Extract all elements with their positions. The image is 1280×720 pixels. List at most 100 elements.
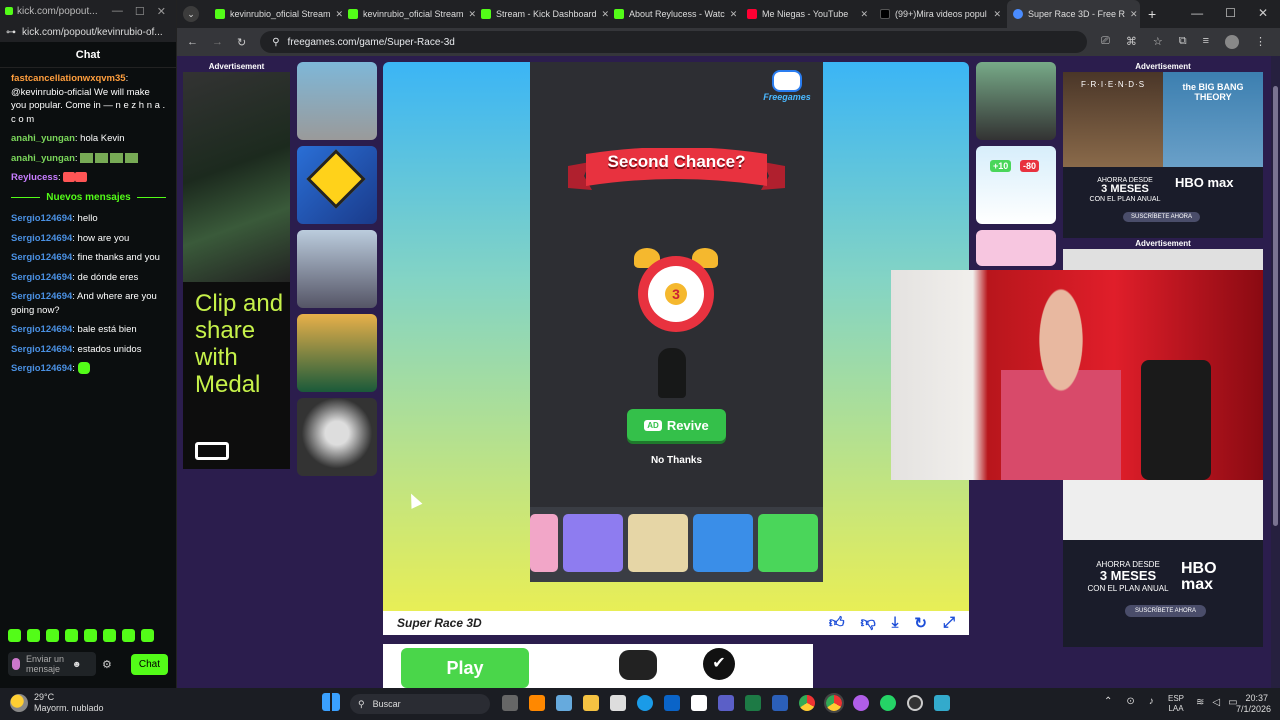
chat-username[interactable]: Sergio124694 (11, 252, 72, 263)
site-info-icon[interactable]: ⊶ (6, 27, 16, 38)
tab-search-dropdown[interactable]: ⌄ (177, 0, 209, 28)
game-thumbnail-geometry-dash[interactable] (297, 146, 377, 224)
chat-username[interactable]: fastcancellationwxqvm35 (11, 73, 126, 84)
fullscreen-icon[interactable]: ⤢ (943, 614, 955, 632)
chat-username[interactable]: Sergio124694 (11, 233, 72, 244)
maximize-icon[interactable]: ☐ (135, 5, 145, 18)
thumbs-up-icon[interactable]: 👍︎ (829, 614, 845, 632)
task-view-icon[interactable] (502, 695, 518, 711)
no-thanks-button[interactable]: No Thanks (530, 455, 823, 466)
install-app-icon[interactable]: ⎚ (1101, 35, 1110, 49)
chat-username[interactable]: Sergio124694 (11, 291, 72, 302)
mic-icon[interactable] (12, 658, 20, 670)
reload-icon[interactable]: ↻ (914, 614, 927, 632)
windows-start-icon[interactable] (322, 693, 340, 711)
game-thumbnail-truck[interactable] (297, 230, 377, 308)
game-thumbnail-cat[interactable] (976, 230, 1056, 266)
settings-gear-icon[interactable]: ⚙ (102, 658, 112, 671)
minimize-icon[interactable]: — (112, 5, 123, 18)
chat-username[interactable]: anahi_yungan (11, 133, 75, 144)
edge-icon[interactable] (637, 695, 653, 711)
chat-username[interactable]: anahi_yungan (11, 153, 75, 164)
chat-send-button[interactable]: Chat (130, 653, 168, 675)
word-icon[interactable] (772, 695, 788, 711)
game-thumbnail[interactable] (758, 514, 818, 572)
notepad-icon[interactable] (934, 695, 950, 711)
profile-avatar[interactable] (1225, 35, 1239, 49)
medal-ad[interactable]: Clip and share with Medal (183, 72, 290, 469)
minimize-icon[interactable]: — (1191, 6, 1203, 20)
outlook-icon[interactable] (664, 695, 680, 711)
site-settings-icon[interactable]: ⚲ (272, 37, 279, 48)
game-frame[interactable]: Freegames Second Chance? 3 AD Revive No T… (383, 62, 969, 611)
extensions-icon[interactable]: ⧉ (1179, 35, 1187, 49)
forward-arrow-icon[interactable]: → (212, 36, 223, 48)
reload-icon[interactable]: ↻ (237, 36, 246, 49)
game-thumbnail[interactable] (693, 514, 753, 572)
chat-input[interactable]: Enviar un mensaje ☻ (8, 652, 96, 676)
game-thumbnail-ball[interactable] (297, 314, 377, 392)
game-canvas[interactable]: Freegames Second Chance? 3 AD Revive No T… (530, 62, 823, 582)
chrome-icon[interactable] (799, 695, 815, 711)
tab-item[interactable]: About Reylucess - Watc ✕ (608, 0, 741, 28)
chat-username[interactable]: Sergio124694 (11, 344, 72, 355)
game-thumbnail[interactable] (628, 514, 688, 572)
play-button[interactable]: Play (401, 648, 529, 688)
game-thumbnail[interactable] (530, 514, 558, 572)
game-thumbnail-count[interactable]: +10 -80 (976, 146, 1056, 224)
chat-username[interactable]: Sergio124694 (11, 272, 72, 283)
tab-item[interactable]: (99+)Mira videos popul ✕ (874, 0, 1007, 28)
language-indicator[interactable]: ESP LAA (1168, 694, 1184, 714)
subscribe-button[interactable]: SUSCRÍBETE AHORA (1125, 605, 1207, 617)
chevron-down-icon[interactable]: ⌄ (183, 6, 199, 22)
chat-username[interactable]: Sergio124694 (11, 363, 72, 374)
game-thumbnail-granny[interactable] (297, 398, 377, 476)
page-scrollbar[interactable] (1271, 56, 1280, 688)
clock[interactable]: 20:37 7/1/2026 (1236, 693, 1271, 715)
capcut-icon[interactable] (691, 695, 707, 711)
close-icon[interactable]: ✕ (1258, 6, 1268, 20)
tab-close-icon[interactable]: ✕ (860, 9, 868, 20)
game-thumbnail-car[interactable] (297, 62, 377, 140)
tab-close-icon[interactable]: ✕ (1130, 9, 1138, 20)
copilot-icon[interactable] (556, 695, 572, 711)
tab-item[interactable]: kevinrubio_oficial Stream ✕ (342, 0, 475, 28)
chat-username[interactable]: Sergio124694 (11, 324, 72, 335)
emote-icon[interactable] (103, 629, 116, 642)
tab-close-icon[interactable]: ✕ (993, 9, 1001, 20)
status-icons[interactable]: ≋ ◁ ▭ (1196, 697, 1238, 708)
media-icon[interactable]: ≡ (1203, 35, 1209, 49)
bottom-ad[interactable]: Play ✔ (383, 644, 813, 688)
file-explorer-icon[interactable] (583, 695, 599, 711)
emote-icon[interactable] (84, 629, 97, 642)
maximize-icon[interactable]: ☐ (1225, 6, 1236, 20)
new-tab-button[interactable]: + (1140, 0, 1166, 28)
chat-username[interactable]: Reylucess (11, 172, 58, 183)
thumbs-down-icon[interactable]: 👎︎ (861, 614, 876, 632)
chevron-up-icon[interactable]: ⌃ (1104, 696, 1112, 707)
emote-icon[interactable] (65, 629, 78, 642)
subscribe-button[interactable]: SUSCRÍBETE AHORA (1123, 212, 1201, 222)
scrollbar-thumb[interactable] (1273, 86, 1278, 526)
emote-icon[interactable] (141, 629, 154, 642)
tab-item[interactable]: Me Niegas - YouTube ✕ (741, 0, 874, 28)
kick-url-bar[interactable]: ⊶ kick.com/popout/kevinrubio-of... (0, 22, 176, 42)
tab-item[interactable]: Stream - Kick Dashboard ✕ (475, 0, 608, 28)
whatsapp-icon[interactable] (880, 695, 896, 711)
messenger-icon[interactable] (853, 695, 869, 711)
tab-close-icon[interactable]: ✕ (730, 9, 738, 20)
store-icon[interactable] (610, 695, 626, 711)
excel-icon[interactable] (745, 695, 761, 711)
tab-item-active[interactable]: Super Race 3D - Free R ✕ (1007, 0, 1140, 28)
emote-icon[interactable] (46, 629, 59, 642)
revive-button[interactable]: AD Revive (627, 409, 726, 441)
chat-username[interactable]: Sergio124694 (11, 213, 72, 224)
translate-icon[interactable]: ⌘ (1126, 35, 1137, 49)
freegames-logo[interactable]: Freegames (759, 70, 815, 114)
menu-icon[interactable]: ⋮ (1255, 35, 1266, 49)
tab-item[interactable]: kevinrubio_oficial Stream ✕ (209, 0, 342, 28)
back-arrow-icon[interactable]: ← (187, 36, 198, 48)
teams-icon[interactable] (718, 695, 734, 711)
emote-icon[interactable] (122, 629, 135, 642)
microphone-icon[interactable]: ♪ (1149, 696, 1154, 707)
